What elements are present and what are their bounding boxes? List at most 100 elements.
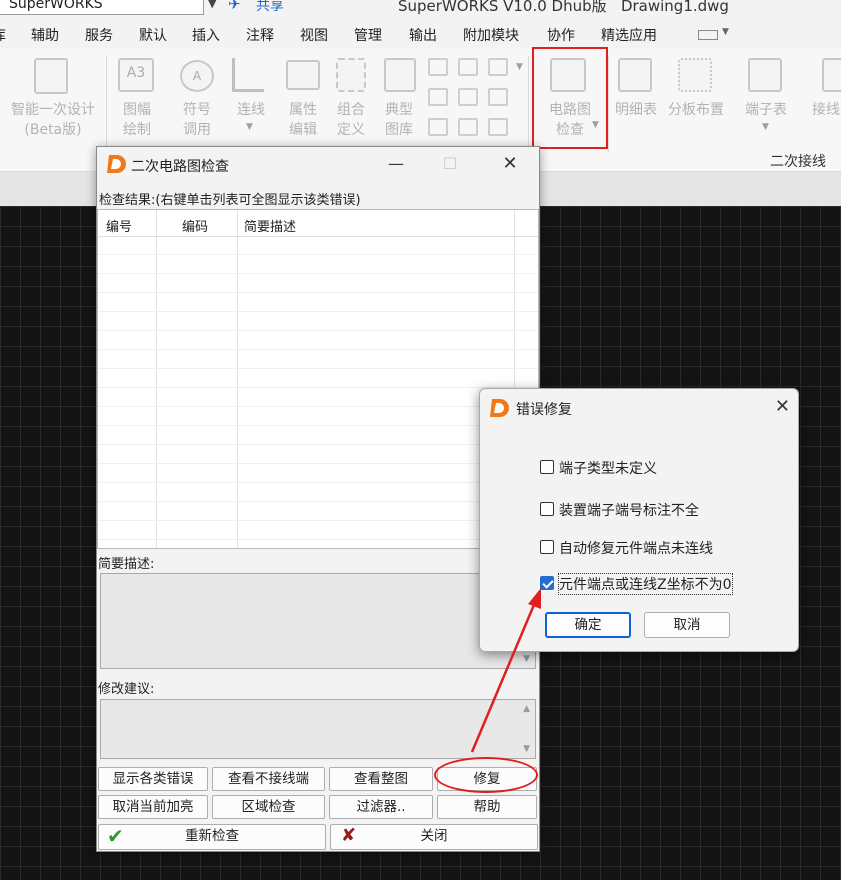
- menu-featured-apps[interactable]: 精选应用: [601, 25, 657, 45]
- row-divider: [98, 254, 538, 255]
- chevron-down-icon[interactable]: ▼: [208, 0, 216, 10]
- dialog-title: 错误修复: [516, 402, 572, 418]
- tool-label: 明细表: [615, 102, 657, 118]
- option-label: 元件端点或连线Z坐标不为0: [558, 573, 733, 595]
- menu-service[interactable]: 服务: [85, 25, 113, 45]
- menu-addons[interactable]: 附加模块: [463, 25, 519, 45]
- connect-button[interactable]: 接线: [812, 100, 841, 120]
- recheck-label: 重新检查: [185, 828, 239, 844]
- row-divider: [98, 292, 538, 293]
- column-header-description[interactable]: 简要描述: [244, 216, 296, 235]
- dialog-title: 二次电路图检查: [131, 159, 229, 175]
- view-full-drawing-button[interactable]: 查看整图: [329, 767, 433, 791]
- menu-annotate[interactable]: 注释: [246, 25, 274, 45]
- checkbox-checked[interactable]: [540, 576, 554, 590]
- chevron-down-icon[interactable]: ▼: [516, 62, 523, 72]
- menu-manage[interactable]: 管理: [354, 25, 382, 45]
- smart-design-button[interactable]: 智能一次设计 (Beta版): [0, 100, 106, 140]
- slider-tool-icon[interactable]: [488, 88, 508, 106]
- menu-insert[interactable]: 插入: [192, 25, 220, 45]
- board-layout-button[interactable]: 分板布置: [664, 100, 728, 120]
- check-icon: ✔: [107, 824, 124, 848]
- image-tool-icon[interactable]: [488, 118, 508, 136]
- help-button[interactable]: 帮助: [437, 795, 537, 819]
- row-divider: [98, 330, 538, 331]
- area-check-button[interactable]: 区域检查: [212, 795, 325, 819]
- menu-library[interactable]: 库: [0, 25, 6, 45]
- cancel-highlight-button[interactable]: 取消当前加亮: [98, 795, 208, 819]
- tool-label: (Beta版): [24, 122, 82, 138]
- column-header-code[interactable]: 编码: [182, 216, 208, 235]
- close-button[interactable]: ✘ 关闭: [330, 824, 538, 850]
- show-errors-button[interactable]: 显示各类错误: [98, 767, 208, 791]
- ribbon-toggle-icon[interactable]: [698, 30, 718, 40]
- tool-label: 定义: [337, 122, 365, 138]
- menu-output[interactable]: 输出: [409, 25, 437, 45]
- row-divider: [98, 368, 538, 369]
- tool-label: 图幅: [123, 102, 151, 118]
- annotation-highlight-box: [532, 47, 608, 149]
- ribbon-group-label: 二次接线: [770, 154, 826, 170]
- row-divider: [98, 482, 538, 483]
- tool-label: 组合: [337, 102, 365, 118]
- search-tool-icon[interactable]: [428, 118, 448, 136]
- tool-label: 分板布置: [668, 102, 724, 118]
- column-header-number[interactable]: 编号: [106, 216, 132, 235]
- symbol-call-button[interactable]: 符号 调用: [172, 100, 222, 140]
- minimize-icon[interactable]: —: [381, 151, 411, 177]
- scroll-down-icon[interactable]: ▼: [523, 744, 530, 754]
- title-bar: SuperWORKS ▼ ✈ 共享 SuperWORKS V10.0 Dhub版…: [0, 0, 841, 18]
- frame-a3-icon: A3: [118, 58, 154, 92]
- typical-library-button[interactable]: 典型 图库: [374, 100, 424, 140]
- summary-textbox[interactable]: ▲ ▼: [100, 573, 536, 669]
- close-label: 关闭: [420, 828, 448, 844]
- wiring-button[interactable]: 连线: [226, 100, 276, 120]
- row-divider: [98, 311, 538, 312]
- ok-button[interactable]: 确定: [545, 612, 631, 638]
- menu-view[interactable]: 视图: [300, 25, 328, 45]
- menu-assist[interactable]: 辅助: [31, 25, 59, 45]
- chevron-down-icon[interactable]: ▼: [722, 27, 729, 37]
- close-icon[interactable]: ✕: [775, 396, 790, 417]
- text-tool-icon[interactable]: [428, 88, 448, 106]
- grid-tool-icon[interactable]: [458, 118, 478, 136]
- terminal-table-button[interactable]: 端子表: [738, 100, 794, 120]
- app-logo-icon: [490, 399, 509, 417]
- tool-label: 属性: [289, 102, 317, 118]
- filter-button[interactable]: 过滤器..: [329, 795, 433, 819]
- combo-define-button[interactable]: 组合 定义: [326, 100, 376, 140]
- frame-draw-button[interactable]: 图幅 绘制: [112, 100, 162, 140]
- menu-collaborate[interactable]: 协作: [547, 25, 575, 45]
- align-tool-icon[interactable]: [458, 58, 478, 76]
- row-divider: [98, 406, 538, 407]
- checkbox[interactable]: [540, 460, 554, 474]
- scroll-down-icon[interactable]: ▼: [523, 654, 530, 664]
- share-button[interactable]: 共享: [256, 0, 284, 15]
- suggestion-textbox[interactable]: ▲ ▼: [100, 699, 536, 759]
- workspace-select[interactable]: SuperWORKS: [0, 0, 204, 15]
- close-icon[interactable]: ✕: [495, 151, 525, 177]
- chevron-down-icon[interactable]: ▼: [246, 122, 253, 132]
- list-tool-icon[interactable]: [428, 58, 448, 76]
- detail-table-icon: [618, 58, 652, 92]
- menu-default[interactable]: 默认: [139, 25, 167, 45]
- attribute-edit-button[interactable]: 属性 编辑: [278, 100, 328, 140]
- scroll-up-icon[interactable]: ▲: [523, 704, 530, 714]
- edit-tool-icon[interactable]: [488, 58, 508, 76]
- chevron-down-icon[interactable]: ▼: [762, 122, 769, 132]
- share-icon[interactable]: ✈: [228, 0, 241, 13]
- combo-define-icon: [336, 58, 366, 92]
- terminal-tool-icon[interactable]: [458, 88, 478, 106]
- connect-icon: [822, 58, 841, 92]
- column-divider: [237, 210, 238, 548]
- recheck-button[interactable]: ✔ 重新检查: [98, 824, 326, 850]
- result-table[interactable]: 编号 编码 简要描述: [97, 209, 539, 549]
- checkbox[interactable]: [540, 540, 554, 554]
- detail-table-button[interactable]: 明细表: [610, 100, 662, 120]
- row-divider: [98, 501, 538, 502]
- cancel-button[interactable]: 取消: [644, 612, 730, 638]
- attribute-edit-icon: [286, 60, 320, 90]
- menu-bar: 库 辅助 服务 默认 插入 注释 视图 管理 输出 附加模块 协作 精选应用 ▼: [0, 18, 841, 48]
- view-unconnected-button[interactable]: 查看不接线端: [212, 767, 325, 791]
- checkbox[interactable]: [540, 502, 554, 516]
